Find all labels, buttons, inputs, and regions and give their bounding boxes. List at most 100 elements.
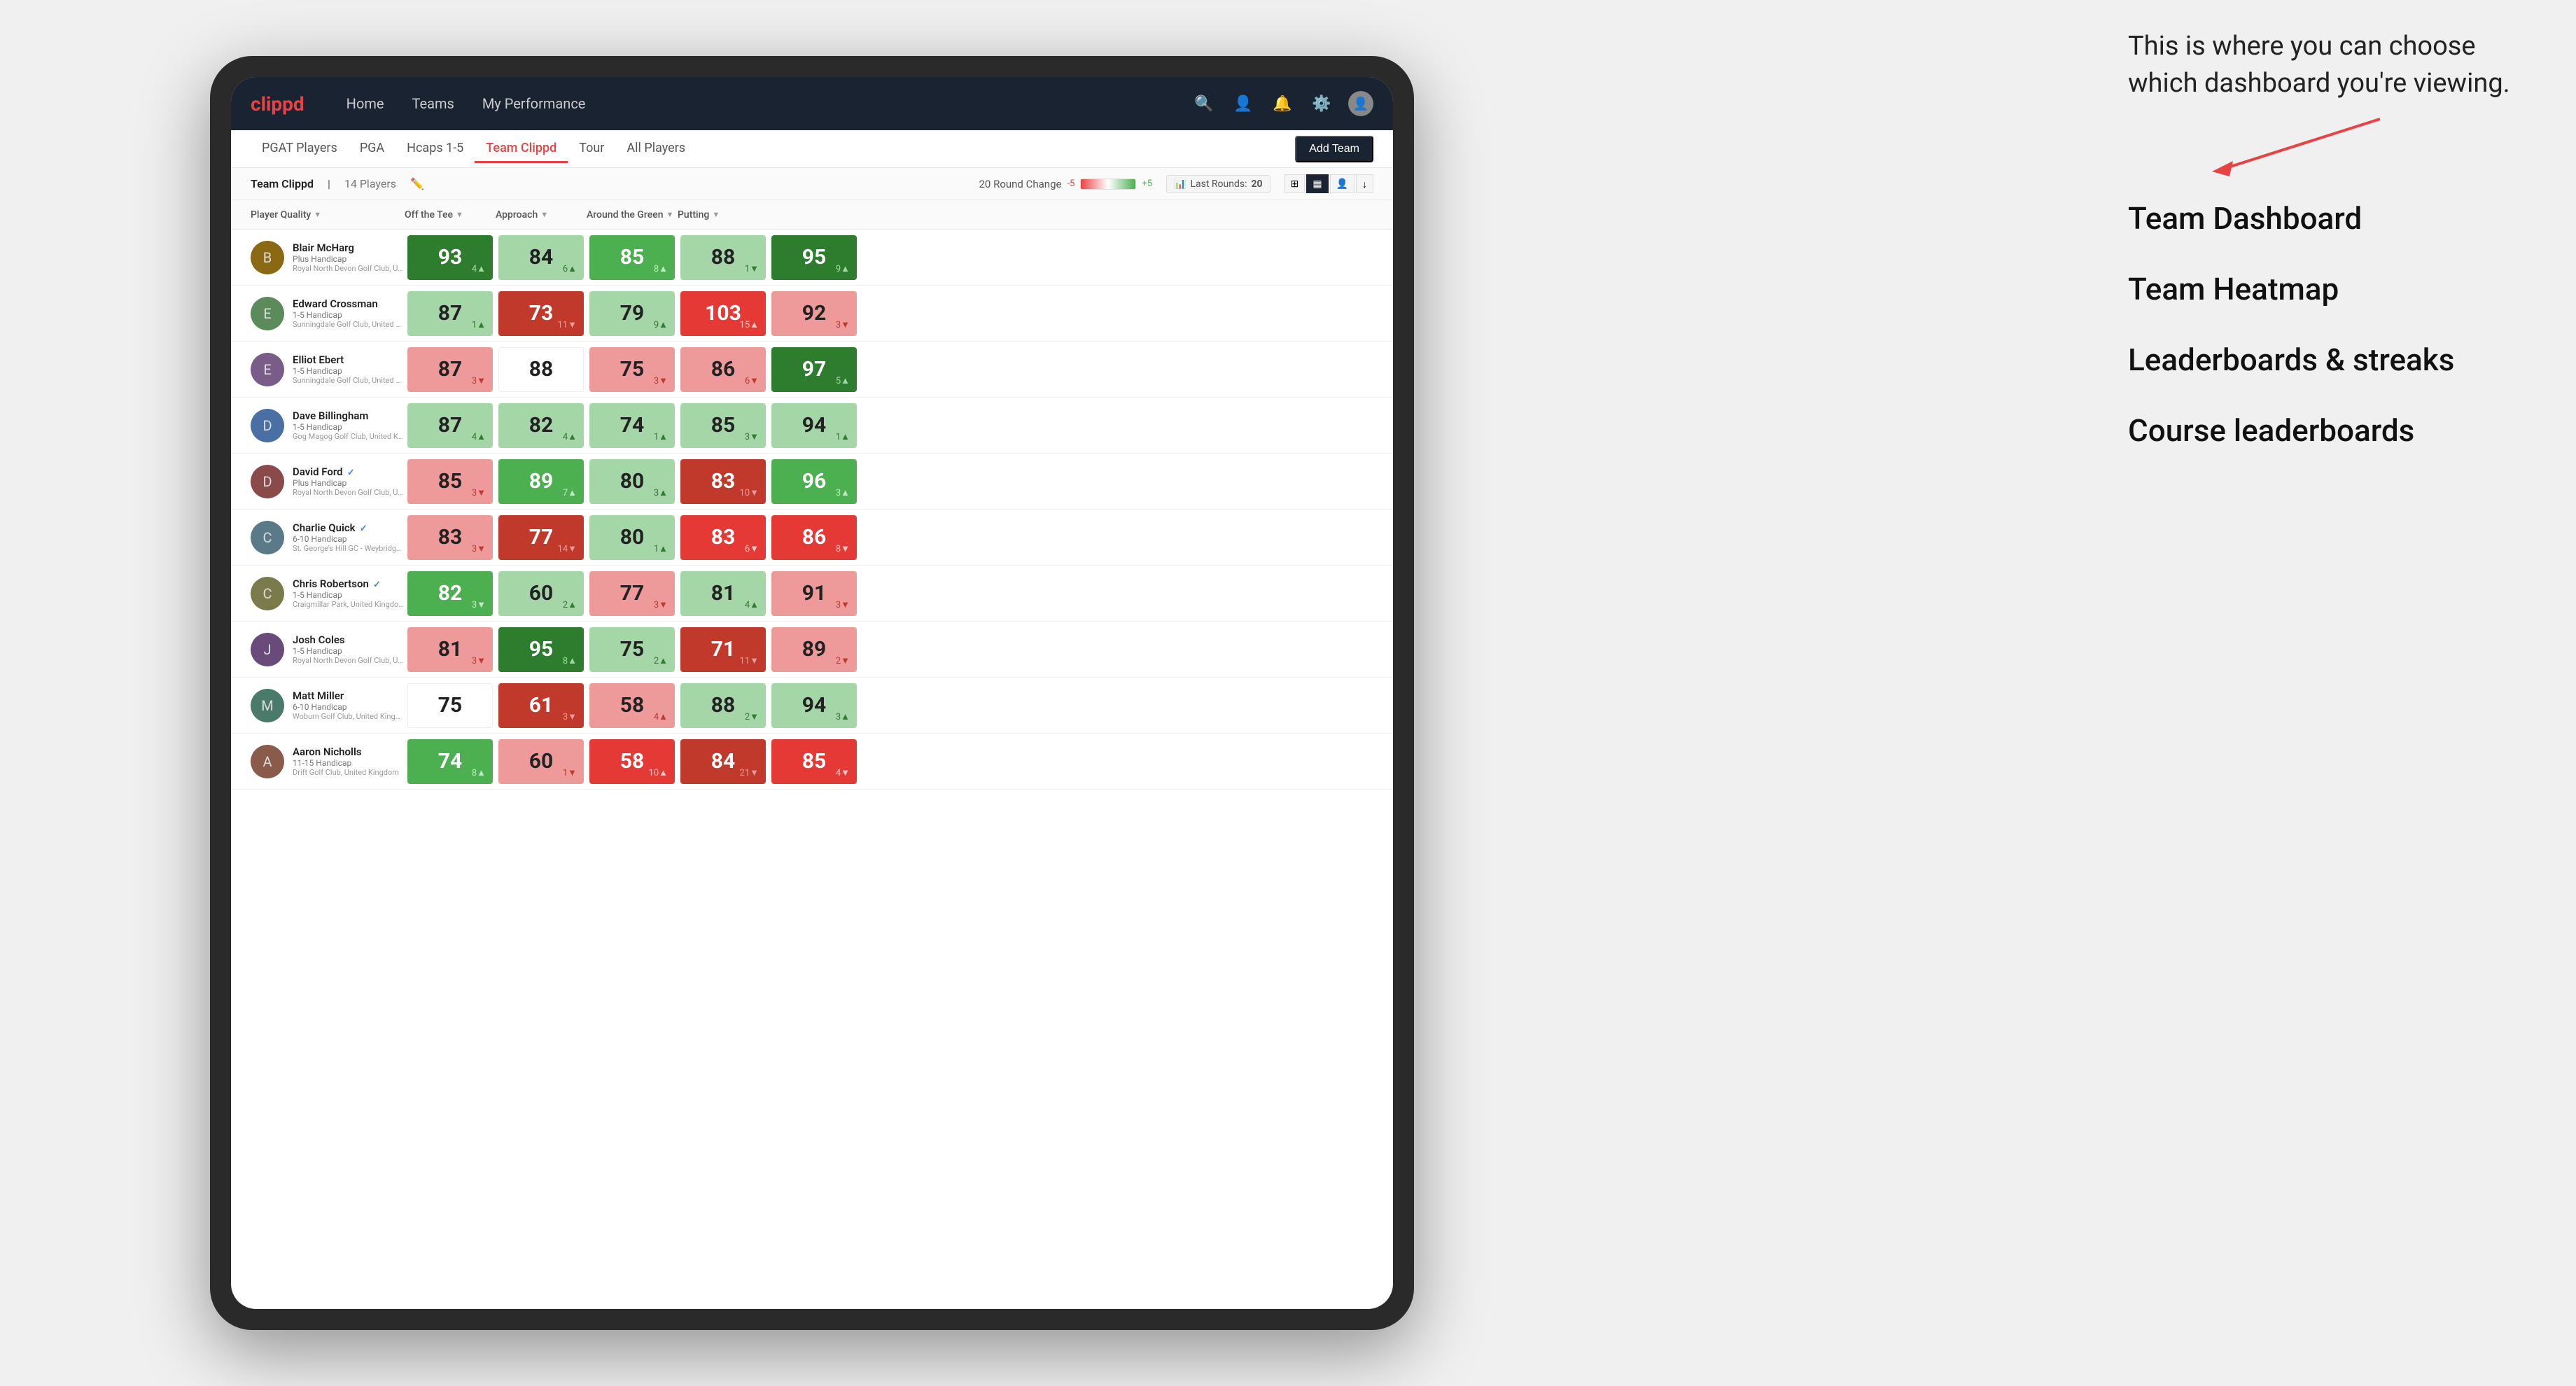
avatar: M — [251, 689, 284, 722]
player-info: DDave Billingham1-5 HandicapGog Magog Go… — [251, 409, 405, 442]
score-change: 4▲ — [563, 431, 577, 442]
subnav-pga[interactable]: PGA — [349, 135, 396, 163]
logo[interactable]: clippd — [251, 92, 304, 115]
score-value: 77 — [620, 581, 644, 606]
score-value: 84 — [529, 245, 553, 270]
avatar: D — [251, 409, 284, 442]
avatar: D — [251, 465, 284, 498]
player-handicap: 1-5 Handicap — [293, 422, 405, 432]
score-cell: 87 3▼ — [407, 347, 493, 392]
player-name: Charlie Quick ✓ — [293, 522, 405, 534]
table-row[interactable]: AAaron Nicholls11-15 HandicapDrift Golf … — [231, 734, 1393, 790]
player-info: DDavid Ford ✓Plus HandicapRoyal North De… — [251, 465, 405, 498]
score-value: 85 — [802, 749, 826, 774]
bell-icon[interactable]: 🔔 — [1270, 91, 1295, 116]
person-icon[interactable]: 👤 — [1231, 91, 1256, 116]
view-download-button[interactable]: ↓ — [1356, 174, 1373, 193]
tablet-frame: clippd Home Teams My Performance 🔍 👤 🔔 ⚙… — [210, 56, 1414, 1330]
col-player-quality-label: Player Quality — [251, 209, 311, 220]
score-value: 85 — [711, 413, 735, 438]
verified-badge: ✓ — [358, 524, 368, 534]
score-value: 73 — [529, 301, 553, 326]
score-cell: 846▲ — [498, 235, 584, 280]
subnav-all-players[interactable]: All Players — [615, 135, 696, 163]
subnav-tour[interactable]: Tour — [568, 135, 615, 163]
search-icon[interactable]: 🔍 — [1191, 91, 1217, 116]
table-row[interactable]: CCharlie Quick ✓6-10 HandicapSt. George'… — [231, 510, 1393, 566]
player-club: Gog Magog Golf Club, United Kingdom — [293, 432, 405, 441]
option-team-heatmap[interactable]: Team Heatmap — [2128, 271, 2534, 308]
score-cell: 923▼ — [771, 291, 857, 336]
player-name: Elliot Ebert — [293, 354, 405, 366]
score-value: 61 — [529, 693, 553, 718]
player-name: Matt Miller — [293, 690, 405, 702]
settings-icon[interactable]: ⚙️ — [1309, 91, 1334, 116]
player-club: Drift Golf Club, United Kingdom — [293, 768, 399, 777]
score-cell: 748▲ — [407, 739, 493, 784]
option-team-dashboard[interactable]: Team Dashboard — [2128, 200, 2534, 237]
table-row[interactable]: BBlair McHargPlus HandicapRoyal North De… — [231, 230, 1393, 286]
table-row[interactable]: DDavid Ford ✓Plus HandicapRoyal North De… — [231, 454, 1393, 510]
table-row[interactable]: JJosh Coles1-5 HandicapRoyal North Devon… — [231, 622, 1393, 678]
score-value: 88 — [529, 357, 553, 382]
player-handicap: 1-5 Handicap — [293, 366, 405, 376]
score-value: 94 — [802, 693, 826, 718]
option-leaderboards[interactable]: Leaderboards & streaks — [2128, 342, 2534, 379]
col-green-label: Around the Green — [587, 209, 664, 220]
player-club: Woburn Golf Club, United Kingdom — [293, 712, 405, 721]
score-cell: 858▲ — [589, 235, 675, 280]
col-green-arrow[interactable]: ▼ — [666, 210, 674, 219]
sub-nav-items: PGAT Players PGA Hcaps 1-5 Team Clippd T… — [251, 135, 1295, 162]
subnav-team-clippd[interactable]: Team Clippd — [475, 135, 568, 163]
subnav-pgat[interactable]: PGAT Players — [251, 135, 349, 163]
score-cell: 85 3▼ — [680, 403, 766, 448]
score-change: 2▲ — [563, 599, 577, 610]
player-info: CCharlie Quick ✓6-10 HandicapSt. George'… — [251, 521, 405, 554]
score-value: 95 — [529, 637, 553, 662]
view-heatmap-button[interactable]: ▦ — [1306, 174, 1328, 193]
col-player-arrow[interactable]: ▼ — [314, 210, 321, 219]
score-value: 91 — [802, 581, 826, 606]
score-value: 87 — [438, 357, 462, 382]
score-cell: 823▼ — [407, 571, 493, 616]
score-value: 95 — [802, 245, 826, 270]
score-change: 6▼ — [745, 543, 759, 554]
table-row[interactable]: EEdward Crossman1-5 HandicapSunningdale … — [231, 286, 1393, 342]
subnav-hcaps[interactable]: Hcaps 1-5 — [396, 135, 475, 163]
score-change: 3▼ — [472, 375, 486, 386]
player-handicap: 11-15 Handicap — [293, 758, 399, 768]
score-change: 3▼ — [472, 543, 486, 554]
sub-nav: PGAT Players PGA Hcaps 1-5 Team Clippd T… — [231, 130, 1393, 168]
view-grid-button[interactable]: ⊞ — [1284, 174, 1306, 193]
option-course-leaderboards[interactable]: Course leaderboards — [2128, 412, 2534, 449]
score-cell: 10315▲ — [680, 291, 766, 336]
nav-teams[interactable]: Teams — [398, 90, 468, 118]
view-person-button[interactable]: 👤 — [1330, 174, 1354, 193]
score-cell: 874▲ — [407, 403, 493, 448]
table-row[interactable]: DDave Billingham1-5 HandicapGog Magog Go… — [231, 398, 1393, 454]
score-value: 60 — [529, 581, 553, 606]
score-cell: 882▼ — [680, 683, 766, 728]
edit-icon[interactable]: ✏️ — [410, 177, 424, 190]
player-info: JJosh Coles1-5 HandicapRoyal North Devon… — [251, 633, 405, 666]
last-rounds-button[interactable]: 📊 Last Rounds: 20 — [1166, 175, 1270, 193]
score-change: 1▼ — [745, 263, 759, 274]
nav-home[interactable]: Home — [332, 90, 398, 118]
col-tee-arrow[interactable]: ▼ — [456, 210, 463, 219]
table-row[interactable]: EElliot Ebert1-5 HandicapSunningdale Gol… — [231, 342, 1393, 398]
table-row[interactable]: MMatt Miller6-10 HandicapWoburn Golf Clu… — [231, 678, 1393, 734]
score-change: 3▼ — [472, 487, 486, 498]
add-team-button[interactable]: Add Team — [1295, 136, 1373, 162]
avatar[interactable]: 👤 — [1348, 91, 1373, 116]
col-approach-arrow[interactable]: ▼ — [540, 210, 548, 219]
avatar: E — [251, 353, 284, 386]
nav-items: Home Teams My Performance — [332, 90, 1191, 118]
player-name: Blair McHarg — [293, 241, 405, 254]
nav-my-performance[interactable]: My Performance — [468, 90, 600, 118]
col-putting-arrow[interactable]: ▼ — [712, 210, 720, 219]
score-change: 3▼ — [745, 431, 759, 442]
score-change: 11▼ — [740, 655, 759, 666]
table-row[interactable]: CChris Robertson ✓1-5 HandicapCraigmilla… — [231, 566, 1393, 622]
score-cell: 854▼ — [771, 739, 857, 784]
score-cell: 897▲ — [498, 459, 584, 504]
